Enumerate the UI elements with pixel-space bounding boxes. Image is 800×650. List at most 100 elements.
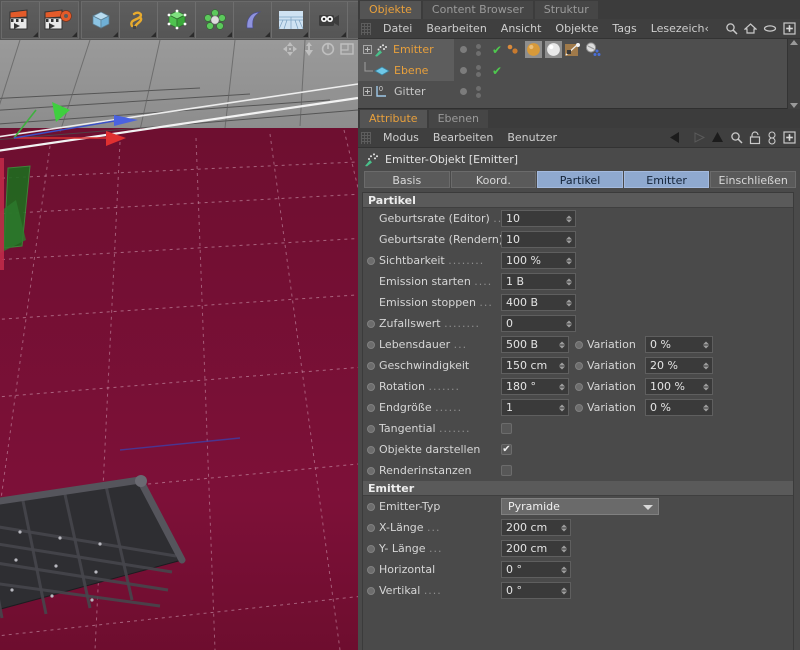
scroll-up-icon[interactable] xyxy=(790,40,798,45)
object-row-ebene[interactable]: Ebene ✔ xyxy=(358,60,800,81)
om-menu-tags[interactable]: Tags xyxy=(605,19,643,39)
render-settings-button[interactable] xyxy=(40,2,78,38)
deformer-button[interactable] xyxy=(234,2,272,38)
expander-emitter[interactable] xyxy=(360,45,374,54)
search-icon[interactable] xyxy=(730,131,743,144)
checkbox-render-instances[interactable] xyxy=(501,465,512,476)
chevron-down-icon[interactable] xyxy=(643,504,653,510)
input-end-scale[interactable]: 1 xyxy=(501,399,569,416)
input-birthrate-editor[interactable]: 10 xyxy=(501,210,576,227)
array-button[interactable] xyxy=(196,2,234,38)
plus-icon[interactable] xyxy=(783,131,796,144)
tab-struktur[interactable]: Struktur xyxy=(534,1,598,19)
input-rotation-variation[interactable]: 100 % xyxy=(645,378,713,395)
input-random-seed[interactable]: 0 xyxy=(501,315,576,332)
animate-dot-icon[interactable] xyxy=(367,424,375,433)
checkbox-show-objects[interactable]: ✔ xyxy=(501,444,512,455)
visibility-dots[interactable]: ✔ xyxy=(454,43,502,57)
lock-icon[interactable] xyxy=(749,130,761,145)
search-icon[interactable] xyxy=(725,22,738,35)
spinner-icon[interactable] xyxy=(559,404,565,411)
tab-ebenen[interactable]: Ebenen xyxy=(428,110,488,128)
scene-button[interactable] xyxy=(272,2,310,38)
spline-button[interactable] xyxy=(120,2,158,38)
orange-material-tag-icon[interactable] xyxy=(525,41,542,58)
animate-dot-icon[interactable] xyxy=(367,445,375,454)
object-row-emitter[interactable]: Emitter ✔ xyxy=(358,39,800,60)
om-menu-objekte[interactable]: Objekte xyxy=(548,19,605,39)
animate-dot-icon[interactable] xyxy=(367,256,375,265)
am-menu-modus[interactable]: Modus xyxy=(376,128,426,148)
tab-emitter[interactable]: Emitter xyxy=(623,171,710,188)
animate-dot-icon[interactable] xyxy=(575,382,583,391)
spinner-icon[interactable] xyxy=(703,341,709,348)
dynamics-tag-icon[interactable] xyxy=(584,41,601,58)
spinner-icon[interactable] xyxy=(559,341,565,348)
tab-attribute[interactable]: Attribute xyxy=(360,110,427,128)
input-speed[interactable]: 150 cm xyxy=(501,357,569,374)
animate-dot-icon[interactable] xyxy=(367,502,375,511)
spinner-icon[interactable] xyxy=(561,545,567,552)
white-material-tag-icon[interactable] xyxy=(545,41,562,58)
visibility-dots[interactable]: ✔ xyxy=(454,64,502,78)
move-icon[interactable] xyxy=(283,42,297,56)
animate-dot-icon[interactable] xyxy=(367,340,375,349)
input-lifetime[interactable]: 500 B xyxy=(501,336,569,353)
tab-objekte[interactable]: Objekte xyxy=(360,1,421,19)
object-name-cell[interactable]: Emitter xyxy=(358,39,454,60)
am-menu-benutzer[interactable]: Benutzer xyxy=(500,128,564,148)
om-menu-bearbeiten[interactable]: Bearbeiten xyxy=(419,19,493,39)
nurbs-button[interactable] xyxy=(158,2,196,38)
object-manager-list[interactable]: Emitter ✔ Ebene ✔ 0 Gitter xyxy=(358,39,800,109)
expander-gitter[interactable] xyxy=(360,87,374,96)
spinner-icon[interactable] xyxy=(566,257,572,264)
object-name-cell[interactable]: 0 Gitter xyxy=(358,81,454,102)
input-end-scale-variation[interactable]: 0 % xyxy=(645,399,713,416)
input-speed-variation[interactable]: 20 % xyxy=(645,357,713,374)
om-menu-datei[interactable]: Datei xyxy=(376,19,419,39)
visibility-dots[interactable] xyxy=(454,85,502,98)
back-arrow-icon[interactable] xyxy=(669,131,684,144)
enabled-check-icon[interactable]: ✔ xyxy=(492,43,502,57)
tab-content-browser[interactable]: Content Browser xyxy=(422,1,533,19)
spinner-icon[interactable] xyxy=(561,524,567,531)
input-vertical[interactable]: 0 ° xyxy=(501,582,571,599)
spinner-icon[interactable] xyxy=(566,320,572,327)
link-icon[interactable] xyxy=(767,130,777,145)
forward-arrow-icon[interactable] xyxy=(690,131,705,144)
3d-viewport[interactable] xyxy=(0,40,358,650)
input-emission-stop[interactable]: 400 B xyxy=(501,294,576,311)
input-horizontal[interactable]: 0 ° xyxy=(501,561,571,578)
tab-einschliessen[interactable]: Einschließen xyxy=(710,171,796,188)
input-lifetime-variation[interactable]: 0 % xyxy=(645,336,713,353)
input-emission-start[interactable]: 1 B xyxy=(501,273,576,290)
animate-dot-icon[interactable] xyxy=(575,361,583,370)
home-icon[interactable] xyxy=(744,22,757,35)
input-rotation[interactable]: 180 ° xyxy=(501,378,569,395)
drag-grip-icon[interactable] xyxy=(361,131,371,144)
object-name-cell[interactable]: Ebene xyxy=(358,60,454,81)
input-y-length[interactable]: 200 cm xyxy=(501,540,571,557)
animate-dot-icon[interactable] xyxy=(367,403,375,412)
up-arrow-icon[interactable] xyxy=(711,131,724,144)
camera-button[interactable] xyxy=(310,2,348,38)
spinner-icon[interactable] xyxy=(703,383,709,390)
tag-zone-emitter[interactable] xyxy=(502,41,800,58)
enabled-check-icon[interactable]: ✔ xyxy=(492,64,502,78)
tab-basis[interactable]: Basis xyxy=(364,171,450,188)
input-birthrate-render[interactable]: 10 xyxy=(501,231,576,248)
input-x-length[interactable]: 200 cm xyxy=(501,519,571,536)
object-manager-scrollbar[interactable] xyxy=(787,39,800,109)
tab-koord[interactable]: Koord. xyxy=(450,171,537,188)
animate-dot-icon[interactable] xyxy=(367,319,375,328)
animate-dot-icon[interactable] xyxy=(367,565,375,574)
scroll-down-icon[interactable] xyxy=(790,103,798,108)
animate-dot-icon[interactable] xyxy=(367,523,375,532)
checkbox-tangential[interactable] xyxy=(501,423,512,434)
tab-partikel[interactable]: Partikel xyxy=(537,171,623,188)
spinner-icon[interactable] xyxy=(561,566,567,573)
spinner-icon[interactable] xyxy=(566,278,572,285)
rotate-icon[interactable] xyxy=(321,42,335,56)
spinner-icon[interactable] xyxy=(566,215,572,222)
om-menu-lesezeichen[interactable]: Lesezeich‹ xyxy=(644,19,716,39)
